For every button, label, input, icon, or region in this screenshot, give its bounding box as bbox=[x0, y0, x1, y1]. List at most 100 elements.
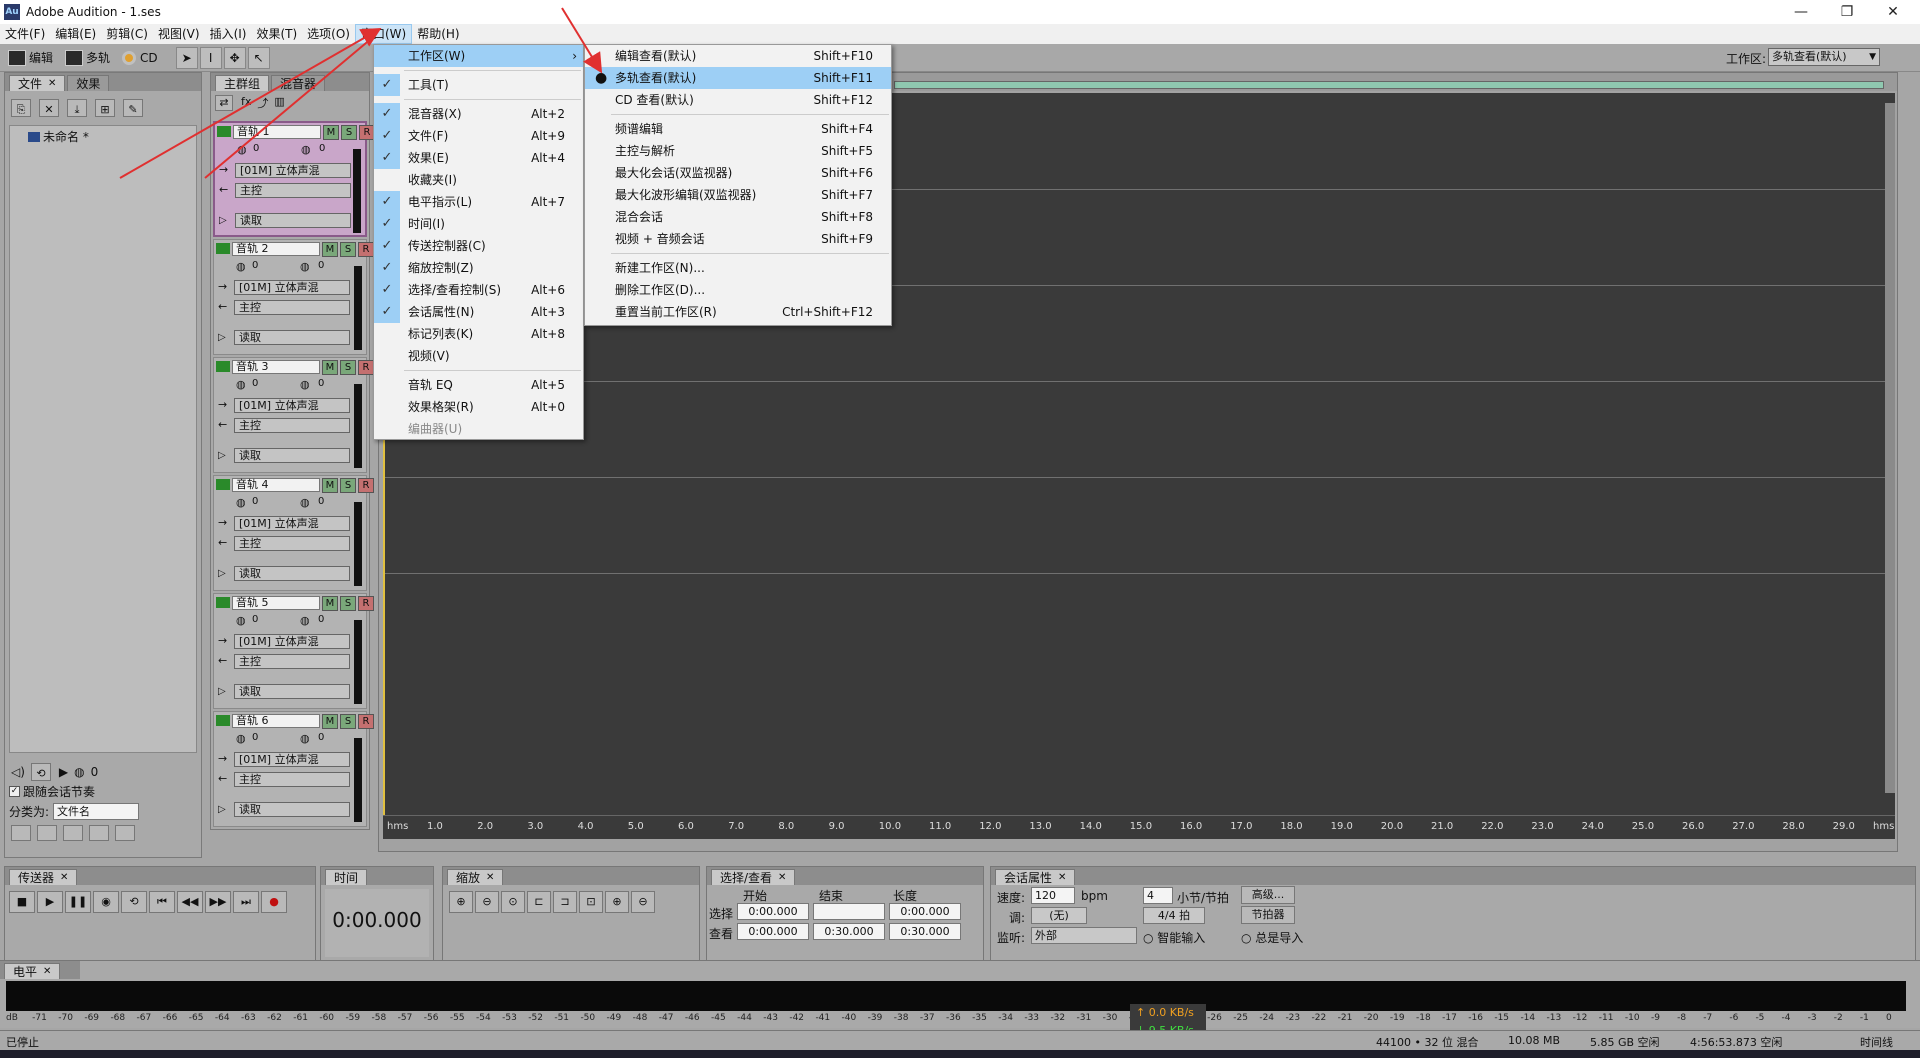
stop-icon[interactable]: ■ bbox=[9, 891, 35, 913]
close-icon[interactable]: ✕ bbox=[60, 870, 68, 886]
smart-input-radio[interactable]: ○ 智能输入 bbox=[1143, 929, 1205, 946]
window-menu-item[interactable]: ✓ 会话属性(N) Alt+3 bbox=[374, 301, 583, 323]
window-menu-item[interactable]: 收藏夹(I) bbox=[374, 169, 583, 191]
window-menu-item[interactable]: ✓ 效果(E) Alt+4 bbox=[374, 147, 583, 169]
track-input-select[interactable]: [01M] 立体声混 bbox=[234, 398, 350, 413]
solo-button[interactable]: S bbox=[340, 478, 356, 493]
filter-video-icon[interactable] bbox=[89, 825, 109, 841]
volume-knob-icon[interactable]: ◍ bbox=[236, 260, 246, 273]
track-input-select[interactable]: [01M] 立体声混 bbox=[234, 516, 350, 531]
tab-time[interactable]: 时间 bbox=[325, 869, 368, 885]
window-menu-item[interactable]: 效果格架(R) Alt+0 bbox=[374, 396, 583, 418]
expand-icon[interactable]: ▷ bbox=[218, 804, 226, 815]
pan-knob-icon[interactable]: ◍ bbox=[300, 732, 310, 745]
track-output-select[interactable]: 主控 bbox=[235, 183, 351, 198]
insert-cd-icon[interactable]: ⊞ bbox=[95, 99, 115, 117]
expand-icon[interactable]: ▷ bbox=[218, 686, 226, 697]
track-automation-select[interactable]: 读取 bbox=[234, 566, 350, 581]
workspace-menu-item[interactable]: 最大化会话(双监视器) Shift+F6 bbox=[585, 162, 891, 184]
insert-icon[interactable]: ⤓ bbox=[67, 99, 87, 117]
track-name-field[interactable]: 音轨 3 bbox=[232, 360, 320, 374]
zoom-full-icon[interactable]: ⊙ bbox=[501, 891, 525, 913]
workspace-menu-item[interactable]: 编辑查看(默认) Shift+F10 bbox=[585, 45, 891, 67]
menu-file[interactable]: 文件(F) bbox=[0, 24, 50, 44]
track-input-select[interactable]: [01M] 立体声混 bbox=[234, 634, 350, 649]
zoom-left-icon[interactable]: ⊏ bbox=[527, 891, 551, 913]
tab-main-group[interactable]: 主群组 bbox=[215, 75, 270, 91]
tempo-field[interactable]: 120 bbox=[1031, 887, 1075, 904]
sort-select[interactable]: 文件名 bbox=[53, 803, 140, 820]
beats-field[interactable]: 4 bbox=[1143, 887, 1173, 904]
window-menu-item[interactable]: ✓ 混音器(X) Alt+2 bbox=[374, 103, 583, 125]
close-icon[interactable]: ✕ bbox=[486, 870, 494, 886]
vertical-scrollbar[interactable] bbox=[1885, 103, 1895, 793]
workspace-select[interactable]: 多轨查看(默认) bbox=[1768, 48, 1880, 66]
window-menu-item[interactable]: ✓ 文件(F) Alt+9 bbox=[374, 125, 583, 147]
tab-session[interactable]: 会话属性 ✕ bbox=[995, 869, 1076, 886]
menu-edit[interactable]: 编辑(E) bbox=[50, 24, 101, 44]
workspace-menu-item[interactable]: 混合会话 Shift+F8 bbox=[585, 206, 891, 228]
zoom-out-vertical-icon[interactable]: ⊖ bbox=[631, 891, 655, 913]
track-output-select[interactable]: 主控 bbox=[234, 772, 350, 787]
track-input-select[interactable]: [01M] 立体声混 bbox=[235, 163, 351, 178]
volume-knob-icon[interactable]: ◍ bbox=[236, 732, 246, 745]
expand-icon[interactable]: ▷ bbox=[218, 450, 226, 461]
track-5[interactable]: 音轨 5 M S R ◍ 0 ◍ 0 → [01M] 立体声混 ← 主控 ▷ 读… bbox=[213, 593, 374, 709]
menu-clip[interactable]: 剪辑(C) bbox=[101, 24, 153, 44]
filter-midi-icon[interactable] bbox=[115, 825, 135, 841]
close-icon[interactable]: ✕ bbox=[43, 964, 51, 980]
record-arm-button[interactable]: R bbox=[358, 242, 374, 257]
track-2[interactable]: 音轨 2 M S R ◍ 0 ◍ 0 → [01M] 立体声混 ← 主控 ▷ 读… bbox=[213, 239, 374, 355]
speaker-icon[interactable]: ◁) bbox=[11, 765, 25, 779]
filter-loop-icon[interactable] bbox=[37, 825, 57, 841]
advanced-button[interactable]: 高级... bbox=[1241, 886, 1295, 904]
overview-bar[interactable] bbox=[894, 81, 1884, 89]
maximize-button[interactable]: ❐ bbox=[1824, 0, 1870, 24]
zoom-in-icon[interactable]: ⊕ bbox=[449, 891, 473, 913]
move-tool-icon[interactable]: ➤ bbox=[175, 46, 198, 69]
tab-transport[interactable]: 传送器 ✕ bbox=[9, 869, 78, 886]
volume-knob-icon[interactable]: ◍ bbox=[236, 378, 246, 391]
filter-session-icon[interactable] bbox=[11, 825, 31, 841]
pan-knob-icon[interactable]: ◍ bbox=[301, 143, 311, 156]
key-select[interactable]: (无) bbox=[1031, 907, 1087, 924]
always-input-radio[interactable]: ○ 总是导入 bbox=[1241, 929, 1303, 946]
io-icon[interactable]: ⇄ bbox=[215, 95, 233, 111]
track-output-select[interactable]: 主控 bbox=[234, 536, 350, 551]
zoom-right-icon[interactable]: ⊐ bbox=[553, 891, 577, 913]
window-menu-item[interactable]: 视频(V) bbox=[374, 345, 583, 367]
fx-icon[interactable]: fx bbox=[241, 95, 251, 111]
file-item[interactable]: 未命名 * bbox=[28, 128, 89, 145]
volume-knob-icon[interactable]: ◍ bbox=[236, 614, 246, 627]
track-output-select[interactable]: 主控 bbox=[234, 418, 350, 433]
close-icon[interactable]: ✕ bbox=[48, 76, 56, 92]
window-menu-item[interactable]: ✓ 选择/查看控制(S) Alt+6 bbox=[374, 279, 583, 301]
zoom-in-vertical-icon[interactable]: ⊕ bbox=[605, 891, 629, 913]
workspace-menu-item[interactable]: CD 查看(默认) Shift+F12 bbox=[585, 89, 891, 111]
track-automation-select[interactable]: 读取 bbox=[234, 330, 350, 345]
mute-button[interactable]: M bbox=[323, 125, 339, 140]
workspace-menu-item[interactable]: 重置当前工作区(R) Ctrl+Shift+F12 bbox=[585, 301, 891, 323]
track-input-select[interactable]: [01M] 立体声混 bbox=[234, 280, 350, 295]
track-automation-select[interactable]: 读取 bbox=[235, 213, 351, 228]
record-arm-button[interactable]: R bbox=[358, 714, 374, 729]
follow-tempo-checkbox[interactable]: ✓ bbox=[9, 786, 20, 797]
go-to-end-icon[interactable]: ⏭ bbox=[233, 891, 259, 913]
track-3[interactable]: 音轨 3 M S R ◍ 0 ◍ 0 → [01M] 立体声混 ← 主控 ▷ 读… bbox=[213, 357, 374, 473]
track-name-field[interactable]: 音轨 1 bbox=[233, 125, 321, 139]
close-icon[interactable]: ✕ bbox=[1058, 870, 1066, 886]
menu-help[interactable]: 帮助(H) bbox=[412, 24, 464, 44]
mute-button[interactable]: M bbox=[322, 360, 338, 375]
window-menu-item[interactable]: 标记列表(K) Alt+8 bbox=[374, 323, 583, 345]
window-menu-item[interactable]: 音轨 EQ Alt+5 bbox=[374, 374, 583, 396]
solo-button[interactable]: S bbox=[341, 125, 357, 140]
menu-view[interactable]: 视图(V) bbox=[153, 24, 205, 44]
loop-icon[interactable]: ⟲ bbox=[30, 763, 51, 781]
menu-window[interactable]: 窗口(W) bbox=[354, 24, 413, 44]
tab-effects[interactable]: 效果 bbox=[67, 75, 110, 91]
time-ruler[interactable]: hms 1.0 2.0 3.0 4.0 5.0 6.0 7.0 8.0 9.0 10.0 11.0 12… bbox=[383, 815, 1895, 839]
tab-mixer[interactable]: 混音器 bbox=[271, 75, 326, 91]
tab-selection[interactable]: 选择/查看 ✕ bbox=[711, 869, 796, 885]
window-menu-item[interactable]: 编曲器(U) bbox=[374, 418, 583, 440]
track-input-select[interactable]: [01M] 立体声混 bbox=[234, 752, 350, 767]
